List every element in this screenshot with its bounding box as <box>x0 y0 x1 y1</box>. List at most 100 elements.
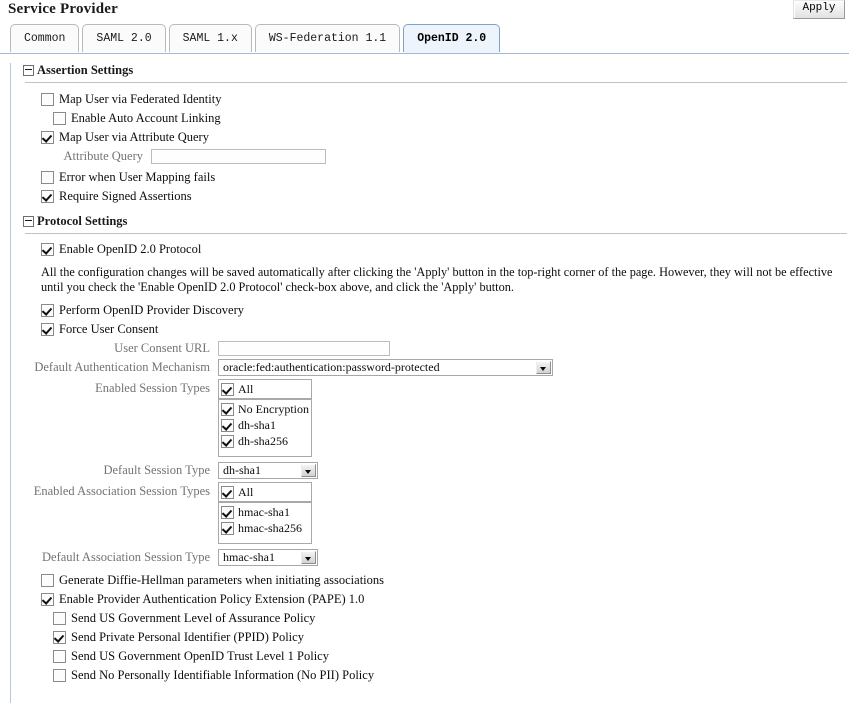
tab-bar: Common SAML 2.0 SAML 1.x WS-Federation 1… <box>0 24 849 54</box>
checkbox-send-ppid-policy[interactable] <box>53 631 66 644</box>
checkbox-generate-dh-params[interactable] <box>41 574 54 587</box>
row-enabled-association-session-types: Enabled Association Session Types All hm… <box>23 482 849 544</box>
association-session-types-all-box: All <box>218 482 312 502</box>
row-map-user-attribute-query: Map User via Attribute Query <box>41 128 849 146</box>
row-require-signed-assertions: Require Signed Assertions <box>41 187 849 205</box>
tab-ws-federation-1-1[interactable]: WS-Federation 1.1 <box>255 24 400 52</box>
protocol-info-text: All the configuration changes will be sa… <box>41 265 841 295</box>
checkbox-send-us-gov-trust-level-1-policy[interactable] <box>53 650 66 663</box>
default-association-session-type-select[interactable]: hmac-sha1 <box>218 549 318 566</box>
page-header: Service Provider Apply <box>0 0 849 22</box>
assertion-settings-header: Assertion Settings <box>23 63 849 78</box>
label-map-user-federated-identity: Map User via Federated Identity <box>59 92 221 107</box>
list-item: dh-sha256 <box>221 433 309 449</box>
label-send-ppid-policy: Send Private Personal Identifier (PPID) … <box>71 630 304 645</box>
checkbox-association-session-types-all[interactable] <box>221 486 234 499</box>
label-session-type-dh-sha1: dh-sha1 <box>238 418 276 433</box>
label-enable-pape: Enable Provider Authentication Policy Ex… <box>59 592 364 607</box>
row-enable-pape: Enable Provider Authentication Policy Ex… <box>41 590 849 608</box>
label-send-us-gov-trust-level-1-policy: Send US Government OpenID Trust Level 1 … <box>71 649 329 664</box>
label-attribute-query: Attribute Query <box>23 149 151 164</box>
label-default-association-session-type: Default Association Session Type <box>23 550 218 565</box>
label-session-type-no-encryption: No Encryption <box>238 402 309 417</box>
chevron-down-icon[interactable] <box>301 551 316 564</box>
row-error-when-mapping-fails: Error when User Mapping fails <box>41 168 849 186</box>
row-pape-policy-no-pii: Send No Personally Identifiable Informat… <box>53 666 849 684</box>
list-item: dh-sha1 <box>221 417 309 433</box>
association-session-types-listbox[interactable]: hmac-sha1 hmac-sha256 <box>218 502 312 544</box>
checkbox-session-types-all[interactable] <box>221 383 234 396</box>
checkbox-enable-openid-protocol[interactable] <box>41 243 54 256</box>
checkbox-require-signed-assertions[interactable] <box>41 190 54 203</box>
tab-saml-2-0[interactable]: SAML 2.0 <box>82 24 165 52</box>
row-perform-provider-discovery: Perform OpenID Provider Discovery <box>41 301 849 319</box>
label-session-types-all: All <box>238 382 253 397</box>
label-user-consent-url: User Consent URL <box>23 341 218 356</box>
row-enabled-session-types: Enabled Session Types All No Encryption <box>23 379 849 457</box>
row-user-consent-url: User Consent URL <box>23 341 849 356</box>
content-panel: Assertion Settings Map User via Federate… <box>10 63 849 703</box>
row-force-user-consent: Force User Consent <box>41 320 849 338</box>
page-title: Service Provider <box>8 1 118 18</box>
label-map-user-attribute-query: Map User via Attribute Query <box>59 130 209 145</box>
row-generate-dh-params: Generate Diffie-Hellman parameters when … <box>41 571 849 589</box>
label-require-signed-assertions: Require Signed Assertions <box>59 189 192 204</box>
label-generate-dh-params: Generate Diffie-Hellman parameters when … <box>59 573 384 588</box>
checkbox-map-user-federated-identity[interactable] <box>41 93 54 106</box>
collapse-minus-icon[interactable] <box>23 216 34 227</box>
row-attribute-query: Attribute Query <box>23 149 849 164</box>
checkbox-force-user-consent[interactable] <box>41 323 54 336</box>
checkbox-enable-auto-account-linking[interactable] <box>53 112 66 125</box>
checkbox-perform-provider-discovery[interactable] <box>41 304 54 317</box>
checkbox-map-user-attribute-query[interactable] <box>41 131 54 144</box>
label-force-user-consent: Force User Consent <box>59 322 158 337</box>
list-item: hmac-sha256 <box>221 520 309 536</box>
default-auth-mechanism-value: oracle:fed:authentication:password-prote… <box>219 360 536 375</box>
row-enable-openid-protocol: Enable OpenID 2.0 Protocol <box>41 240 849 258</box>
chevron-down-icon[interactable] <box>301 464 316 477</box>
checkbox-send-no-pii-policy[interactable] <box>53 669 66 682</box>
collapse-minus-icon[interactable] <box>23 65 34 76</box>
label-perform-provider-discovery: Perform OpenID Provider Discovery <box>59 303 244 318</box>
tab-saml-1-x[interactable]: SAML 1.x <box>169 24 252 52</box>
checkbox-association-hmac-sha1[interactable] <box>221 506 234 519</box>
chevron-down-icon[interactable] <box>536 361 551 374</box>
label-enable-openid-protocol: Enable OpenID 2.0 Protocol <box>59 242 201 257</box>
user-consent-url-input[interactable] <box>218 341 390 356</box>
default-association-session-type-value: hmac-sha1 <box>219 550 301 565</box>
default-auth-mechanism-select[interactable]: oracle:fed:authentication:password-prote… <box>218 359 553 376</box>
label-enable-auto-account-linking: Enable Auto Account Linking <box>71 111 221 126</box>
checkbox-session-type-dh-sha256[interactable] <box>221 435 234 448</box>
label-association-hmac-sha256: hmac-sha256 <box>238 521 302 536</box>
apply-button[interactable]: Apply <box>793 0 845 19</box>
attribute-query-input[interactable] <box>151 149 326 164</box>
label-enabled-session-types: Enabled Session Types <box>23 379 218 396</box>
checkbox-send-us-gov-loa-policy[interactable] <box>53 612 66 625</box>
list-item: No Encryption <box>221 401 309 417</box>
tab-common[interactable]: Common <box>10 24 79 52</box>
enabled-session-types-listbox[interactable]: No Encryption dh-sha1 dh-sha256 <box>218 399 312 457</box>
assertion-settings-title: Assertion Settings <box>37 63 133 78</box>
protocol-settings-section: Protocol Settings Enable OpenID 2.0 Prot… <box>23 214 849 684</box>
label-session-type-dh-sha256: dh-sha256 <box>238 434 288 449</box>
label-send-us-gov-loa-policy: Send US Government Level of Assurance Po… <box>71 611 315 626</box>
label-default-auth-mechanism: Default Authentication Mechanism <box>23 360 218 375</box>
protocol-settings-header: Protocol Settings <box>23 214 849 229</box>
label-association-hmac-sha1: hmac-sha1 <box>238 505 290 520</box>
row-map-user-federated-identity: Map User via Federated Identity <box>41 90 849 108</box>
row-default-association-session-type: Default Association Session Type hmac-sh… <box>23 549 849 566</box>
default-session-type-value: dh-sha1 <box>219 463 301 478</box>
checkbox-session-type-no-encryption[interactable] <box>221 403 234 416</box>
default-session-type-select[interactable]: dh-sha1 <box>218 462 318 479</box>
tab-openid-2-0[interactable]: OpenID 2.0 <box>403 24 500 52</box>
label-default-session-type: Default Session Type <box>23 463 218 478</box>
checkbox-association-hmac-sha256[interactable] <box>221 522 234 535</box>
checkbox-session-type-dh-sha1[interactable] <box>221 419 234 432</box>
label-association-session-types-all: All <box>238 485 253 500</box>
row-default-auth-mechanism: Default Authentication Mechanism oracle:… <box>23 359 849 376</box>
checkbox-error-when-mapping-fails[interactable] <box>41 171 54 184</box>
checkbox-enable-pape[interactable] <box>41 593 54 606</box>
label-send-no-pii-policy: Send No Personally Identifiable Informat… <box>71 668 374 683</box>
enabled-session-types-all-box: All <box>218 379 312 399</box>
protocol-settings-title: Protocol Settings <box>37 214 127 229</box>
